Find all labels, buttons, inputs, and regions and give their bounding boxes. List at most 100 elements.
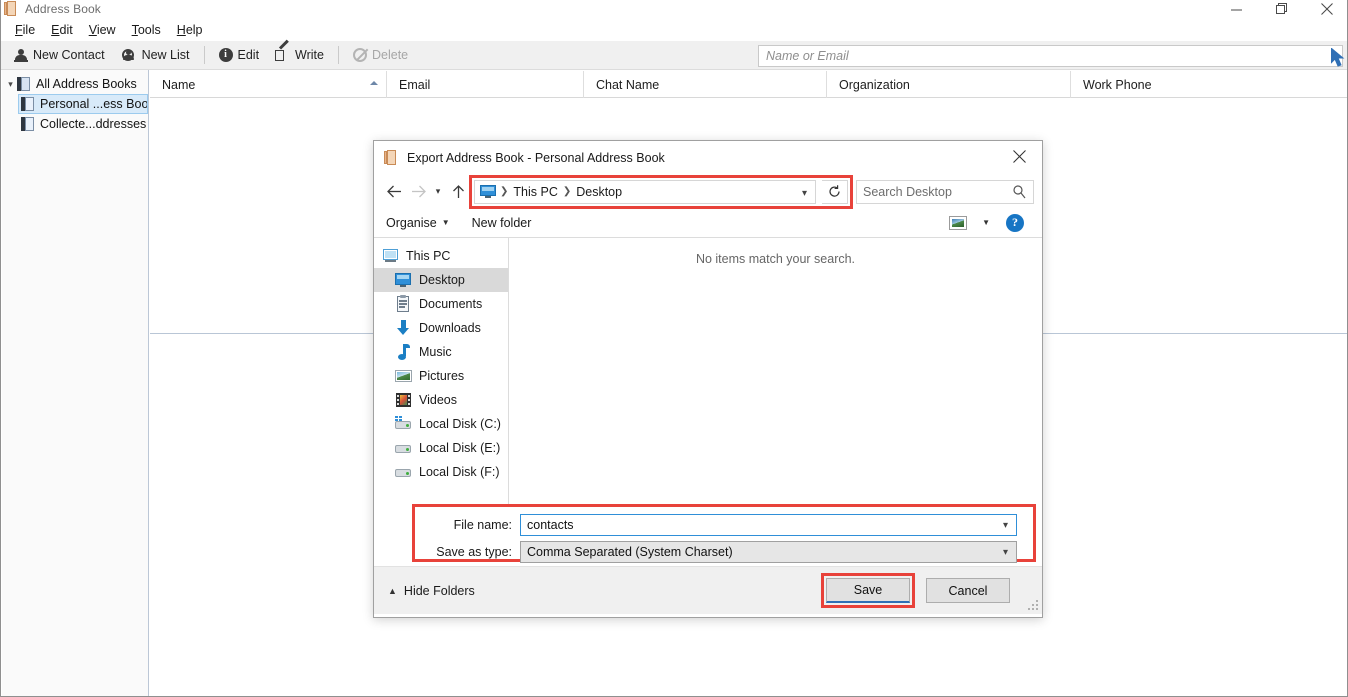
help-icon[interactable]: ? xyxy=(1006,213,1024,232)
search-placeholder: Name or Email xyxy=(766,49,849,63)
empty-message: No items match your search. xyxy=(695,252,856,266)
info-icon: i xyxy=(218,48,233,62)
new-list-label: New List xyxy=(141,48,190,62)
place-label: Pictures xyxy=(419,369,465,383)
delete-button: Delete xyxy=(345,45,416,65)
file-name-input[interactable]: contacts ▾ xyxy=(520,513,1017,536)
drive-icon xyxy=(395,440,412,456)
write-button[interactable]: Write xyxy=(267,39,332,65)
place-item-downloads[interactable]: Downloads xyxy=(374,316,508,340)
place-item-local-disk-c[interactable]: Local Disk (C:) xyxy=(374,412,508,436)
column-header-email[interactable]: Email xyxy=(387,71,584,98)
place-label: Local Disk (C:) xyxy=(419,417,501,431)
file-list-area[interactable]: No items match your search. xyxy=(508,238,1042,504)
column-label: Work Phone xyxy=(1083,77,1152,92)
delete-label: Delete xyxy=(371,48,409,62)
save-as-type-select[interactable]: Comma Separated (System Charset) ▾ xyxy=(520,540,1017,563)
breadcrumb-this-pc[interactable]: This PC xyxy=(509,185,561,199)
place-item-desktop[interactable]: Desktop xyxy=(374,268,508,292)
chevron-up-icon: ▲ xyxy=(388,585,397,596)
chevron-down-icon[interactable]: ▾ xyxy=(1003,520,1008,531)
place-label: This PC xyxy=(406,249,451,263)
mouse-cursor-icon xyxy=(1330,46,1345,68)
chevron-down-icon[interactable]: ▾ xyxy=(4,79,17,90)
menu-bar: File Edit View Tools Help xyxy=(1,18,1347,41)
column-header-chat-name[interactable]: Chat Name xyxy=(584,71,827,98)
menu-tools[interactable]: Tools xyxy=(124,21,169,39)
search-input[interactable]: Name or Email xyxy=(758,45,1343,67)
menu-file-rest: ile xyxy=(22,22,36,37)
write-icon xyxy=(275,39,290,62)
new-folder-button[interactable]: New folder xyxy=(472,216,532,230)
export-address-book-dialog: Export Address Book - Personal Address B… xyxy=(373,140,1043,618)
hide-folders-label: Hide Folders xyxy=(403,583,475,598)
place-item-this-pc[interactable]: This PC xyxy=(374,244,508,268)
column-header-name[interactable]: Name xyxy=(150,71,387,98)
resize-grip-icon[interactable] xyxy=(1028,600,1038,610)
menu-view[interactable]: View xyxy=(81,21,124,39)
sidebar-item-label: Collecte...ddresses xyxy=(40,117,147,131)
save-as-type-label: Save as type: xyxy=(436,544,512,559)
sidebar-item-label: All Address Books xyxy=(36,77,137,91)
hide-folders-button[interactable]: ▲ Hide Folders xyxy=(388,584,475,598)
close-icon[interactable] xyxy=(997,141,1042,171)
menu-help-rest: elp xyxy=(185,22,203,37)
organise-button[interactable]: Organise ▼ xyxy=(386,216,450,230)
close-icon[interactable] xyxy=(1304,0,1347,18)
sidebar-item-collected-addresses[interactable]: Collecte...ddresses xyxy=(19,114,148,134)
menu-edit[interactable]: Edit xyxy=(43,21,81,39)
place-item-videos[interactable]: Videos xyxy=(374,388,508,412)
arrow-right-icon xyxy=(406,180,430,204)
address-book-icon xyxy=(21,117,35,131)
place-item-music[interactable]: Music xyxy=(374,340,508,364)
delete-icon xyxy=(352,48,369,62)
view-layout-icon xyxy=(949,215,968,230)
cancel-button[interactable]: Cancel xyxy=(926,578,1010,603)
column-header-organization[interactable]: Organization xyxy=(827,71,1071,98)
address-books-sidebar: ▾ All Address Books Personal ...ess Book… xyxy=(2,70,149,696)
place-label: Local Disk (F:) xyxy=(419,465,500,479)
place-item-pictures[interactable]: Pictures xyxy=(374,364,508,388)
dialog-search-input[interactable]: Search Desktop xyxy=(856,179,1034,204)
dialog-body: This PC Desktop Documents Downloads Musi… xyxy=(374,238,1042,504)
menu-help[interactable]: Help xyxy=(169,21,211,39)
chevron-down-icon[interactable]: ▾ xyxy=(1003,547,1008,558)
sidebar-item-personal-address-book[interactable]: Personal ...ess Book xyxy=(18,94,148,114)
new-contact-button[interactable]: New Contact xyxy=(6,45,113,65)
minimize-icon[interactable] xyxy=(1214,0,1259,18)
breadcrumb-desktop[interactable]: Desktop xyxy=(572,185,626,199)
dialog-command-bar: Organise ▼ New folder ▼ ? xyxy=(374,208,1042,238)
recent-locations-chevron-down-icon[interactable]: ▾ xyxy=(430,180,446,204)
change-view-button[interactable]: ▼ xyxy=(949,215,990,230)
window-controls xyxy=(1214,0,1347,18)
save-button[interactable]: Save xyxy=(826,578,910,603)
arrow-up-icon[interactable] xyxy=(446,180,470,204)
menu-edit-label: E xyxy=(51,22,60,37)
cancel-label: Cancel xyxy=(948,583,988,598)
address-bar[interactable]: ❯ This PC ❯ Desktop ▾ xyxy=(474,179,816,204)
chevron-down-icon[interactable]: ▾ xyxy=(802,188,807,199)
menu-file[interactable]: File xyxy=(7,21,43,39)
restore-icon[interactable] xyxy=(1259,0,1304,18)
menu-tools-rest: ools xyxy=(137,22,161,37)
chevron-down-icon[interactable]: ▼ xyxy=(982,218,990,227)
music-icon xyxy=(395,344,412,360)
menu-help-label: H xyxy=(176,22,186,37)
place-item-local-disk-f[interactable]: Local Disk (F:) xyxy=(374,460,508,484)
place-item-documents[interactable]: Documents xyxy=(374,292,508,316)
search-icon xyxy=(1013,184,1026,202)
file-name-value: contacts xyxy=(527,517,574,532)
sidebar-item-all-address-books[interactable]: ▾ All Address Books xyxy=(2,74,148,94)
menu-view-rest: iew xyxy=(96,22,116,37)
dialog-navigation-bar: ▾ ❯ This PC ❯ Desktop ▾ Search Desktop xyxy=(374,174,1042,209)
new-contact-icon xyxy=(14,48,28,62)
arrow-left-icon[interactable] xyxy=(382,180,406,204)
refresh-icon[interactable] xyxy=(822,179,848,204)
dialog-fields: File name: contacts ▾ Save as type: Comm… xyxy=(374,504,1042,566)
column-header-work-phone[interactable]: Work Phone xyxy=(1071,71,1347,98)
edit-button[interactable]: i Edit xyxy=(211,45,268,65)
column-label: Chat Name xyxy=(596,77,660,92)
new-list-icon xyxy=(121,48,137,62)
place-item-local-disk-e[interactable]: Local Disk (E:) xyxy=(374,436,508,460)
new-list-button[interactable]: New List xyxy=(113,45,198,65)
